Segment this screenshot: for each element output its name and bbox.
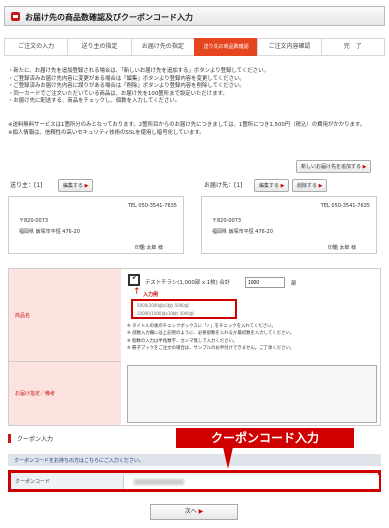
bullet-line: ※ 冊子ブックをご注文の場合は、サンプルのお申付けできません。ご了承ください。 <box>127 346 295 352</box>
bullet-line: ※ タイトルの後のチェックボックスに「✓」をチェックを入れてください。 <box>127 324 276 329</box>
instruction-notes: ・新たに、お届け先を追加登録される場合は、「新しいお届け先を追加する」ボタンより… <box>8 68 380 106</box>
arrow-right-icon: ▶ <box>318 183 323 189</box>
item-row-label: 商品名 <box>9 269 121 361</box>
example-option-1: 5000(1000部x5枚) 5000部 <box>137 303 189 308</box>
product-name: テストチラシ(1,000部 x 1枚) 合計 <box>145 280 231 286</box>
sender-label: 送り主：[1] <box>10 182 43 189</box>
sender-address: 福岡県 飯塚市平恒 476-20 <box>19 229 80 235</box>
page-title-bar: お届け先の商品数確認及びクーポンコード入力 <box>4 6 385 26</box>
sender-zip: 〒820-0073 <box>19 218 49 224</box>
step-confirm: ご注文内容確認 <box>257 38 321 56</box>
add-address-button[interactable]: 新しいお届け先を追加する ▶ <box>296 160 372 173</box>
step-quantity-current: 送り先の商品数確認 <box>193 38 258 56</box>
callout-pointer <box>223 447 233 469</box>
memo-textarea[interactable] <box>127 365 377 423</box>
sender-name: 印鑑 太郎 様 <box>134 245 163 251</box>
destination-name: 印鑑 太郎 様 <box>327 245 356 251</box>
destination-edit-button[interactable]: 編集する ▶ <box>254 179 290 192</box>
sender-header: 送り主：[1] <box>10 180 43 189</box>
destination-tel: TEL 050-3541-7635 <box>320 203 370 209</box>
note-line: ・新たに、お届け先を追加登録される場合は、「新しいお届け先を追加する」ボタンより… <box>8 68 269 74</box>
destination-header: お届け先：[1] <box>204 180 243 189</box>
sender-address-card: TEL 050-3541-7635 〒820-0073 福岡県 飯塚市平恒 47… <box>8 196 184 254</box>
title-icon <box>11 12 20 21</box>
step-destination: お届け先の指定 <box>130 38 194 56</box>
note-line: ・ご登録済みお届け先内容に変更がある場合は「編集」ボタンより登録内容を変更してく… <box>8 75 245 82</box>
arrow-up-icon: ↑ <box>133 287 141 297</box>
note-line: ・お届け先に配送する、商品をチェックし、個数を入力してください。 <box>8 98 181 104</box>
step-complete: 完 了 <box>320 38 385 56</box>
step-order-input: ご注文の入力 <box>4 38 68 56</box>
product-checkbox[interactable] <box>128 272 140 286</box>
item-table: 商品名 テストチラシ(1,000部 x 1枚) 合計 部 ↑ 入力例 5000(… <box>8 268 381 426</box>
step-indicator: ご注文の入力 送り主の指定 お届け先の指定 送り先の商品数確認 ご注文内容確認 … <box>4 38 385 56</box>
coupon-label: クーポンコード <box>15 479 51 485</box>
bullet-line: ※ 個数の入力は半角数字、カンマ無しで入力ください。 <box>127 338 238 344</box>
item-bullets: ※ タイトルの後のチェックボックスに「✓」をチェックを入れてください。 ※ 部数… <box>127 323 379 353</box>
input-example-label: 入力例 <box>143 292 159 298</box>
destination-zip: 〒820-0073 <box>212 218 242 224</box>
memo-label: お届け指定／備考 <box>9 361 121 425</box>
quantity-unit: 部 <box>291 281 297 287</box>
quantity-input[interactable] <box>245 277 285 288</box>
arrow-right-icon: ▶ <box>198 508 204 515</box>
bullet-line: ※ 部数入力欄には上記例のように、必要部数を入れるか最初数を入力してください。 <box>127 331 295 337</box>
shipping-notes: ※送料無料サービスは1箇所分のみとなっております。2箇所目からのお届け先につきま… <box>8 122 380 137</box>
coupon-row: クーポンコード <box>8 470 381 492</box>
arrow-right-icon: ▶ <box>84 183 89 189</box>
example-option-2: 10000(1000部x10枚) 5000部 <box>137 311 194 316</box>
note-line: ※送料無料サービスは1箇所分のみとなっております。2箇所目からのお届け先につきま… <box>8 122 366 128</box>
coupon-note: クーポンコードをお持ちの方はこちらにご入力ください。 <box>8 454 381 466</box>
blurred-code <box>134 479 184 485</box>
destination-label: お届け先：[1] <box>204 182 243 189</box>
sender-edit-button[interactable]: 編集する ▶ <box>58 179 94 192</box>
arrow-right-icon: ▶ <box>362 164 367 170</box>
arrow-right-icon: ▶ <box>280 183 285 189</box>
page-title: お届け先の商品数確認及びクーポンコード入力 <box>25 13 193 22</box>
note-line: ・ご登録済みお届け先内容に誤りがある場合は「削除」ボタンより登録内容を削除してく… <box>8 83 245 89</box>
destination-address: 福岡県 飯塚市平恒 476-20 <box>212 229 273 235</box>
destination-address-card: TEL 050-3541-7635 〒820-0073 福岡県 飯塚市平恒 47… <box>201 196 377 254</box>
coupon-header: クーポン入力 <box>8 434 53 443</box>
step-sender: 送り主の指定 <box>67 38 131 56</box>
coupon-code-input[interactable] <box>123 475 379 489</box>
note-line: ※個人情報は、信頼性の高いセキュリティ技術のSSLを使用し暗号化しています。 <box>8 129 205 136</box>
destination-delete-button[interactable]: 削除する ▶ <box>292 179 328 192</box>
next-button[interactable]: 次へ ▶ <box>150 504 238 520</box>
sender-tel: TEL 050-3541-7635 <box>127 203 177 209</box>
note-line: ・同一カードでご注文いただいている商品は、お届け先を100箇所まで設定いただけま… <box>8 90 228 97</box>
coupon-callout: クーポンコード入力 <box>176 428 354 448</box>
